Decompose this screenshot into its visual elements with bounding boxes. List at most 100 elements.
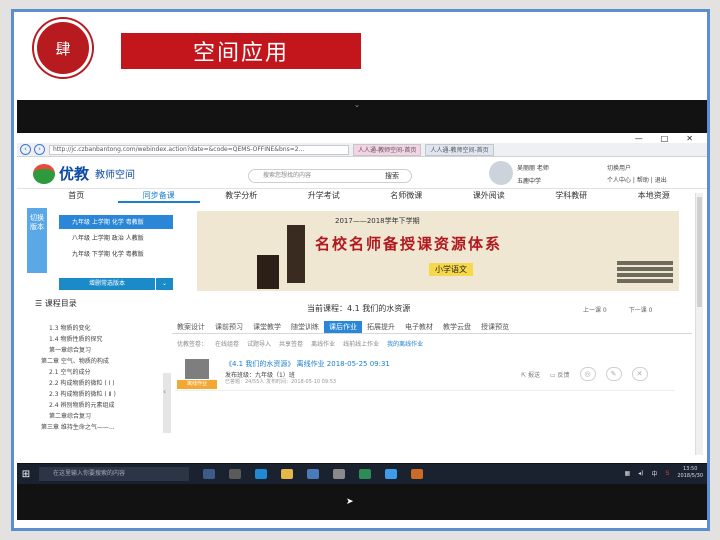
url-field[interactable]: http://jc.czbanbantong.com/webindex.acti… (49, 144, 349, 155)
version-item[interactable]: 九年级 上学期 化学 粤教版 (59, 215, 173, 229)
search-placeholder: 搜索您想找的内容 (263, 172, 312, 179)
prev-lesson-link[interactable]: 上一课 0 (583, 305, 607, 314)
syllabus-item[interactable]: 第一章综合复习 (41, 345, 116, 356)
nav-item-micro-lessons[interactable]: 名师微课 (365, 189, 448, 203)
section-badge-text: 肆 (55, 39, 71, 58)
tab-cloud[interactable]: 教学云盘 (438, 321, 476, 333)
nav-item-sync-prep[interactable]: 同步备课 (117, 189, 200, 203)
tab-classroom[interactable]: 课堂教学 (248, 321, 286, 333)
filter-item[interactable]: 共享签卷 (279, 339, 303, 348)
file-explorer-icon[interactable] (281, 469, 293, 479)
filter-item[interactable]: 试题导入 (247, 339, 271, 348)
app-icon[interactable] (359, 469, 371, 479)
close-button[interactable]: ✕ (686, 134, 693, 143)
nav-item-home[interactable]: 首页 (35, 189, 118, 203)
clock[interactable]: 13:50 2018/5/30 (677, 466, 703, 480)
app-icon[interactable] (411, 469, 423, 479)
syllabus-item[interactable]: 第三章 维持生命之气——... (41, 422, 116, 433)
help-link[interactable]: 帮助 (637, 177, 649, 184)
syllabus-item[interactable]: 2.4 辨别物质的元素组成 (41, 400, 116, 411)
syllabus-item[interactable]: 1.3 物质的变化 (41, 323, 116, 334)
forward-icon[interactable]: › (34, 144, 45, 155)
browser-window: — □ ✕ ‹ › http://jc.czbanbantong.com/web… (17, 133, 707, 463)
version-list: 九年级 上学期 化学 粤教版 八年级 上学期 政治 人教版 九年级 下学期 化学… (59, 215, 173, 263)
current-course: 当前课程：4.1 我们的水资源 (307, 304, 411, 313)
report-button[interactable]: ⇱ 报送 (521, 370, 540, 379)
store-icon[interactable] (307, 469, 319, 479)
syllabus-scrollbar[interactable] (163, 373, 171, 433)
syllabus-item[interactable]: 第二章 空气、物质的构成 (41, 356, 116, 367)
volume-icon[interactable]: ◂) (638, 470, 643, 477)
version-item[interactable]: 八年级 上学期 政治 人教版 (59, 231, 173, 245)
network-icon[interactable]: ▦ (625, 470, 631, 477)
delete-icon[interactable]: ✕ (631, 367, 648, 381)
syllabus-item[interactable]: 1.4 物质性质的探究 (41, 334, 116, 345)
tab-lecture-preview[interactable]: 授课预览 (476, 321, 514, 333)
syllabus-heading: ☰ 课程目录 (35, 299, 77, 308)
version-item[interactable]: 九年级 下学期 化学 粤教版 (59, 247, 173, 261)
nav-item-local[interactable]: 本地资源 (613, 189, 696, 203)
task-view-icon[interactable] (229, 469, 241, 479)
ie-icon[interactable] (385, 469, 397, 479)
book-stack-icon (617, 279, 673, 283)
cortana-icon[interactable] (203, 469, 215, 479)
switch-user-link[interactable]: 切换用户 (607, 165, 631, 172)
personal-center-link[interactable]: 个人中心 (607, 177, 631, 184)
edit-icon[interactable]: ✎ (605, 367, 622, 381)
back-icon[interactable]: ‹ (20, 144, 31, 155)
browser-tab[interactable]: 人人通-教师空间-首页 (425, 143, 494, 156)
page-scrollbar[interactable] (695, 193, 703, 455)
antivirus-icon[interactable]: S (666, 470, 670, 477)
nav-item-research[interactable]: 学科教研 (530, 189, 613, 203)
add-version-button[interactable]: 增删常选版本 (59, 278, 155, 290)
filter-item[interactable]: 我的离线作业 (387, 339, 423, 348)
filter-item[interactable]: 离线作业 (311, 339, 335, 348)
tab-extension[interactable]: 拓展提升 (362, 321, 400, 333)
edge-icon[interactable] (255, 469, 267, 479)
switch-version-box[interactable]: 切换版本 (27, 208, 47, 273)
maximize-button[interactable]: □ (661, 134, 669, 143)
scroll-thumb[interactable] (697, 197, 702, 307)
taskbar-search-input[interactable]: 在这里输入你要搜索的内容 (39, 467, 189, 481)
logout-link[interactable]: 退出 (655, 177, 667, 184)
promo-banner: 2017——2018学年下学期 名校名师备授课资源体系 小学语文 (197, 211, 679, 291)
syllabus-item[interactable]: 2.1 空气的成分 (41, 367, 116, 378)
search-input[interactable]: 搜索您想找的内容 搜索 (248, 169, 412, 183)
feedback-button[interactable]: ▭ 反馈 (550, 370, 570, 379)
homework-row: 离线作业 《4.1 我们的水资源》 离线作业 2018-05-25 09:31 … (175, 357, 675, 391)
nav-item-reading[interactable]: 课外阅读 (448, 189, 531, 203)
mail-icon[interactable] (333, 469, 345, 479)
syllabus-item[interactable]: 2.3 构成物质的微粒 ( Ⅱ ) (41, 389, 116, 400)
slide-title-bar: 空间应用 (121, 33, 361, 69)
syllabus-list: 1.3 物质的变化 1.4 物质性质的探究 第一章综合复习 第二章 空气、物质的… (41, 323, 116, 433)
section-badge: 肆 (34, 19, 92, 77)
site-header: 优教 教师空间 搜索您想找的内容 搜索 吴丽丽 老师 五鹿中学 切换用户 个人中… (17, 159, 707, 189)
minimize-button[interactable]: — (635, 134, 643, 143)
site-logo[interactable]: 优教 教师空间 (33, 163, 135, 184)
view-icon[interactable]: ◎ (579, 367, 596, 381)
nav-item-exams[interactable]: 升学考试 (283, 189, 366, 203)
windows-start-icon[interactable]: ⊞ (17, 469, 35, 480)
ime-indicator[interactable]: 中 (652, 469, 658, 478)
next-lesson-link[interactable]: 下一课 0 (629, 305, 653, 314)
search-button[interactable]: 搜索 (385, 170, 399, 182)
tab-ebook[interactable]: 电子教材 (400, 321, 438, 333)
chevron-down-icon[interactable]: ⌄ (155, 278, 173, 290)
tab-lesson-plan[interactable]: 教案设计 (172, 321, 210, 333)
tab-preview[interactable]: 课前预习 (210, 321, 248, 333)
nav-item-analysis[interactable]: 教学分析 (200, 189, 283, 203)
filter-item[interactable]: 线前线上作业 (343, 339, 379, 348)
tab-practice[interactable]: 随堂训练 (286, 321, 324, 333)
banner-headline: 名校名师备授课资源体系 (315, 235, 503, 253)
syllabus-item[interactable]: 第二章综合复习 (41, 411, 116, 422)
homework-filters: 优教签卷： 在线组卷 试题导入 共享签卷 离线作业 线前线上作业 我的离线作业 (177, 339, 423, 348)
tab-homework[interactable]: 课后作业 (324, 321, 362, 333)
chevron-left-icon[interactable]: ‹ (163, 387, 166, 396)
syllabus-item[interactable]: 2.2 构成物质的微粒 ( Ⅰ ) (41, 378, 116, 389)
filter-item[interactable]: 在线组卷 (215, 339, 239, 348)
homework-title[interactable]: 《4.1 我们的水资源》 离线作业 2018-05-25 09:31 (225, 359, 390, 369)
main-nav: 首页 同步备课 教学分析 升学考试 名师微课 课外阅读 学科教研 本地资源 (35, 189, 695, 203)
browser-tab[interactable]: 人人通-教师空间-首页 (353, 143, 422, 156)
avatar[interactable] (489, 161, 513, 185)
filter-label: 优教签卷： (177, 341, 208, 348)
